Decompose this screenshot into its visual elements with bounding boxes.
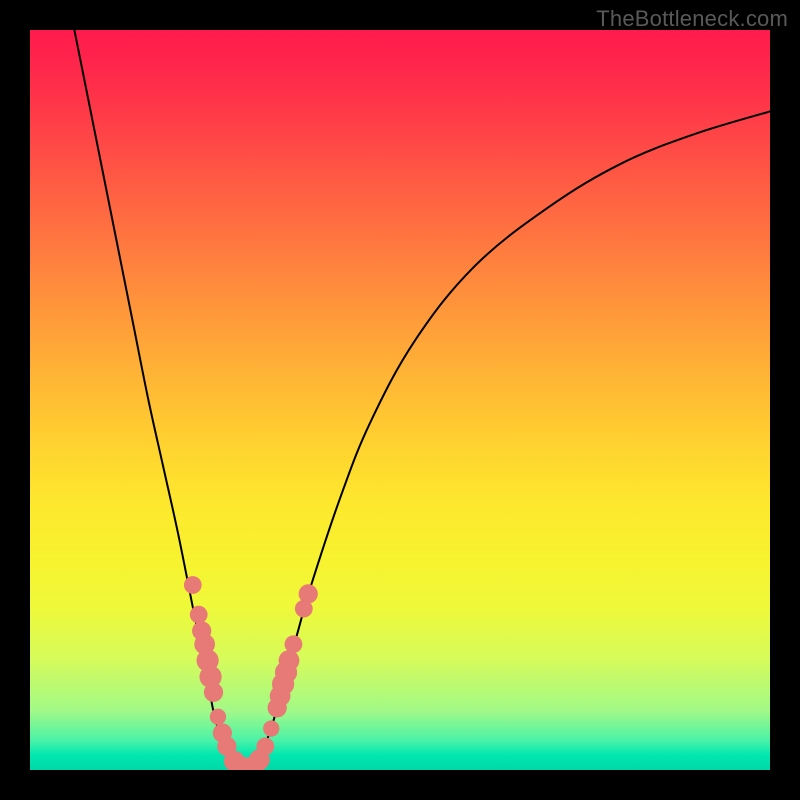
curve-marker <box>256 737 274 755</box>
curve-marker <box>279 650 300 671</box>
curve-right-branch <box>245 111 770 770</box>
plot-gradient-area <box>30 30 770 770</box>
curve-marker <box>190 606 208 624</box>
curve-marker <box>263 720 279 736</box>
curve-marker <box>285 635 303 653</box>
chart-svg <box>30 30 770 770</box>
watermark-text: TheBottleneck.com <box>596 6 788 32</box>
chart-frame: TheBottleneck.com <box>0 0 800 800</box>
marker-group <box>184 576 318 770</box>
curve-marker <box>299 584 318 603</box>
curve-marker <box>210 709 226 725</box>
curve-marker <box>204 683 223 702</box>
curve-left-branch <box>74 30 244 770</box>
curve-marker <box>184 576 202 594</box>
